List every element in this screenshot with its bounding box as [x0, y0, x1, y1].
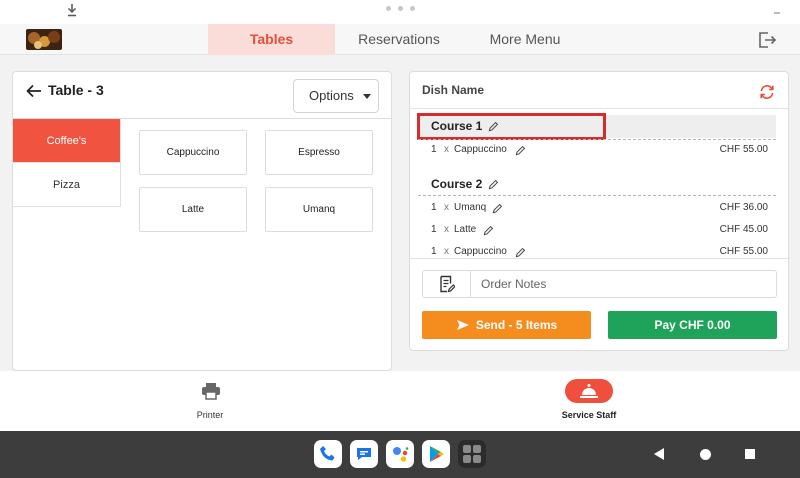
- tab-tables[interactable]: Tables: [208, 24, 335, 55]
- options-button[interactable]: Options: [293, 79, 379, 113]
- menu-panel: Table - 3 Options Coffee's Pizza Cappucc…: [12, 71, 392, 371]
- course-1-header[interactable]: Course 1: [418, 115, 776, 138]
- item-price: CHF 55.00: [719, 246, 768, 257]
- service-bell-icon: [580, 384, 598, 398]
- pencil-icon[interactable]: [488, 179, 499, 190]
- course-label: Course 1: [431, 119, 483, 133]
- messages-icon: [357, 448, 371, 460]
- item-times: x: [444, 144, 449, 155]
- pay-button[interactable]: Pay CHF 0.00: [608, 311, 777, 339]
- order-panel: Dish Name Course 1 1 x Cappuccino CHF 55…: [409, 71, 789, 351]
- service-staff-pill: [565, 379, 613, 403]
- printer-label: Printer: [196, 410, 224, 420]
- order-item[interactable]: 1 x Latte CHF 45.00: [418, 220, 776, 240]
- nav-back-button[interactable]: [654, 448, 664, 460]
- phone-icon: [320, 446, 335, 461]
- item-times: x: [444, 224, 449, 235]
- item-name: Cappuccino: [454, 144, 507, 155]
- messages-app[interactable]: [350, 440, 378, 468]
- tab-more-menu[interactable]: More Menu: [470, 24, 580, 55]
- item-name: Umanq: [454, 202, 487, 213]
- divider: [410, 258, 788, 259]
- pencil-icon[interactable]: [515, 247, 526, 258]
- item-times: x: [444, 202, 449, 213]
- notes-icon: [440, 275, 455, 293]
- item-quantity: 1: [431, 246, 437, 257]
- service-staff-button[interactable]: Service Staff: [548, 371, 630, 431]
- order-notes-placeholder: Order Notes: [481, 277, 547, 291]
- course-label: Course 2: [431, 177, 483, 191]
- caret-down-icon: [363, 94, 371, 99]
- restaurant-logo: [26, 29, 62, 50]
- product-espresso[interactable]: Espresso: [265, 130, 373, 175]
- send-icon: [456, 319, 469, 330]
- send-items-button[interactable]: Send - 5 Items: [422, 311, 591, 339]
- menu-panel-header: Table - 3 Options: [13, 72, 391, 119]
- printer-icon: [202, 383, 220, 400]
- pencil-icon[interactable]: [515, 145, 526, 156]
- download-icon: [67, 4, 77, 17]
- top-navigation: Tables Reservations More Menu: [0, 24, 800, 55]
- item-name: Latte: [454, 224, 477, 235]
- table-title: Table - 3: [48, 82, 104, 98]
- status-bar: [0, 0, 800, 24]
- exit-icon[interactable]: [757, 31, 777, 49]
- pencil-icon[interactable]: [488, 121, 499, 132]
- tab-reservations[interactable]: Reservations: [344, 24, 454, 55]
- order-item[interactable]: 1 x Cappuccino CHF 55.00: [418, 242, 776, 262]
- service-staff-label: Service Staff: [561, 410, 617, 420]
- pencil-icon[interactable]: [483, 225, 494, 236]
- phone-app[interactable]: [314, 440, 342, 468]
- send-items-label: Send - 5 Items: [475, 318, 558, 332]
- refresh-icon[interactable]: [759, 84, 775, 100]
- dish-name-header: Dish Name: [422, 83, 485, 97]
- status-indicator: [774, 12, 780, 14]
- pencil-icon[interactable]: [492, 203, 503, 214]
- apps-icon: [463, 445, 481, 463]
- product-umanq[interactable]: Umanq: [265, 187, 373, 232]
- item-quantity: 1: [431, 144, 437, 155]
- notes-icon-box: [423, 271, 471, 297]
- bottom-action-bar: Printer Service Staff: [0, 371, 800, 431]
- order-item[interactable]: 1 x Umanq CHF 36.00: [418, 198, 776, 218]
- item-quantity: 1: [431, 202, 437, 213]
- order-panel-header: Dish Name: [410, 72, 788, 109]
- item-price: CHF 45.00: [719, 224, 768, 235]
- back-arrow-icon[interactable]: [26, 84, 42, 98]
- nav-home-button[interactable]: [700, 449, 711, 460]
- printer-button[interactable]: Printer: [170, 371, 250, 431]
- options-label: Options: [309, 88, 354, 103]
- assistant-icon: [393, 447, 409, 462]
- play-store-app[interactable]: [422, 440, 450, 468]
- product-latte[interactable]: Latte: [139, 187, 247, 232]
- category-coffees[interactable]: Coffee's: [13, 119, 121, 163]
- assistant-app[interactable]: [386, 440, 414, 468]
- item-quantity: 1: [431, 224, 437, 235]
- product-cappuccino[interactable]: Cappuccino: [139, 130, 247, 175]
- course-2-header[interactable]: Course 2: [418, 173, 776, 196]
- status-dots: [386, 6, 416, 12]
- item-price: CHF 55.00: [719, 144, 768, 155]
- order-item[interactable]: 1 x Cappuccino CHF 55.00: [418, 139, 776, 159]
- system-navigation-bar: [0, 431, 800, 478]
- item-price: CHF 36.00: [719, 202, 768, 213]
- item-times: x: [444, 246, 449, 257]
- item-name: Cappuccino: [454, 246, 507, 257]
- pay-label: Pay CHF 0.00: [654, 318, 731, 332]
- play-store-icon: [430, 446, 444, 462]
- order-notes-field[interactable]: Order Notes: [422, 270, 777, 298]
- nav-recents-button[interactable]: [745, 449, 755, 459]
- category-pizza[interactable]: Pizza: [13, 163, 121, 207]
- app-drawer[interactable]: [458, 440, 486, 468]
